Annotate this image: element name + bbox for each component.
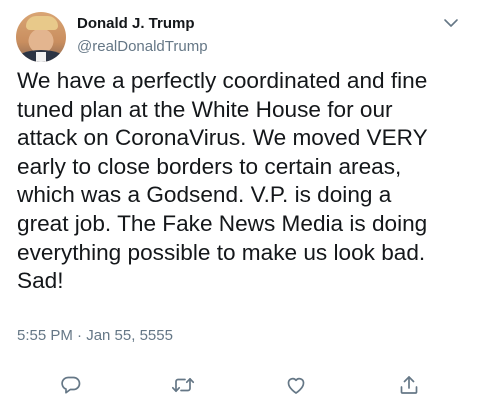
- reply-icon[interactable]: [57, 371, 85, 399]
- share-icon[interactable]: [395, 371, 423, 399]
- tweet-text: We have a perfectly coordinated and fine…: [17, 68, 428, 294]
- avatar-shirt: [36, 52, 46, 62]
- action-bar: [0, 371, 480, 399]
- chevron-down-icon[interactable]: [442, 14, 460, 32]
- heart-icon[interactable]: [282, 371, 310, 399]
- avatar-hair: [26, 16, 58, 30]
- divider: [0, 359, 480, 360]
- avatar[interactable]: [16, 12, 66, 62]
- author-handle[interactable]: @realDonaldTrump: [77, 38, 208, 55]
- tweet-card: Donald J. Trump @realDonaldTrump We have…: [0, 0, 480, 410]
- tweet-timestamp[interactable]: 5:55 PM · Jan 55, 5555: [17, 327, 173, 344]
- retweet-icon[interactable]: [169, 371, 197, 399]
- author-name[interactable]: Donald J. Trump: [77, 15, 195, 32]
